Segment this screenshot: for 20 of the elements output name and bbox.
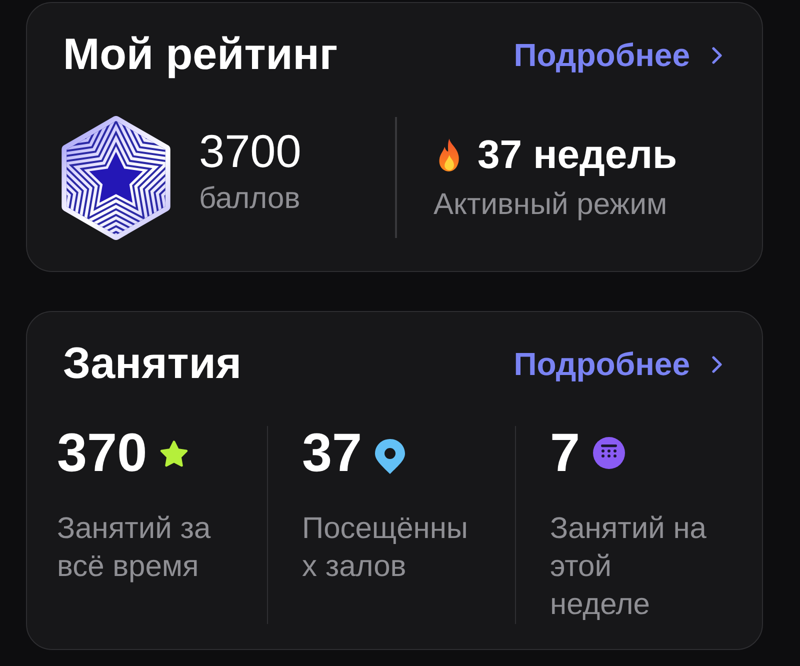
calendar-icon — [593, 437, 626, 469]
chevron-right-icon — [712, 356, 722, 372]
streak-label: Активный режим — [434, 187, 668, 223]
section-title: Занятия — [63, 338, 242, 390]
chevron-right-icon — [712, 46, 722, 64]
section-title: Мой рейтинг — [63, 29, 338, 81]
star-icon — [160, 440, 188, 466]
stat-label: Занятий за всё время — [57, 511, 212, 585]
details-link[interactable]: Подробнее — [514, 344, 722, 384]
hexagon-star-icon — [61, 116, 171, 240]
points-value: 3700 — [199, 125, 302, 177]
streak-value: 37 недель — [478, 132, 678, 179]
details-link[interactable]: Подробнее — [514, 35, 722, 75]
stat-value: 37 — [302, 426, 362, 480]
location-pin-icon — [375, 438, 406, 474]
stat-value: 7 — [550, 426, 580, 480]
stat-label: Посещённы х залов — [302, 511, 469, 585]
stat-label: Занятий на этой неделе — [550, 511, 708, 623]
stat-value: 370 — [57, 426, 148, 480]
points-label: баллов — [199, 181, 302, 217]
